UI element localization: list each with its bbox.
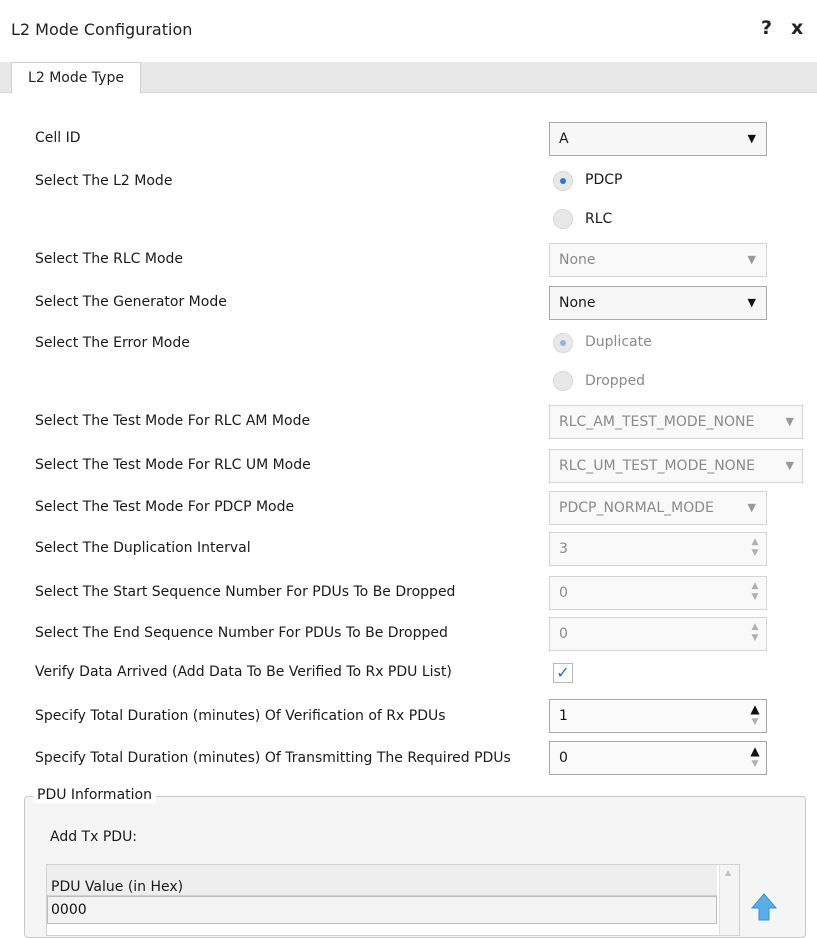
rlc-um-test-mode-dropdown[interactable]: RLC_UM_TEST_MODE_NONE ▼ (549, 449, 803, 483)
duplication-interval-spinner[interactable]: 3 ▲ ▼ (549, 532, 767, 566)
help-button[interactable]: ? (761, 17, 772, 39)
end-seq-spinner[interactable]: 0 ▲ ▼ (549, 617, 767, 651)
table-row[interactable]: 0000 (47, 896, 717, 924)
transmit-duration-value: 0 (559, 750, 568, 766)
rlc-am-test-mode-dropdown[interactable]: RLC_AM_TEST_MODE_NONE ▼ (549, 405, 803, 439)
generator-mode-dropdown[interactable]: None ▼ (549, 286, 767, 320)
pdcp-test-mode-value: PDCP_NORMAL_MODE (559, 500, 714, 516)
cell-id-value: A (559, 131, 569, 147)
radio-dropped[interactable] (553, 371, 573, 391)
rlc-um-test-mode-label: Select The Test Mode For RLC UM Mode (35, 457, 311, 473)
scroll-up-icon[interactable]: ▲ (725, 868, 731, 877)
error-mode-label: Select The Error Mode (35, 335, 190, 351)
window-title: L2 Mode Configuration (11, 20, 193, 39)
chevron-down-icon: ▼ (785, 459, 794, 472)
chevron-down-icon: ▼ (747, 501, 756, 514)
generator-mode-label: Select The Generator Mode (35, 294, 227, 310)
verify-data-checkbox[interactable]: ✓ (553, 663, 573, 683)
verification-duration-label: Specify Total Duration (minutes) Of Veri… (35, 708, 446, 724)
rlc-um-test-mode-value: RLC_UM_TEST_MODE_NONE (559, 458, 755, 474)
tab-bar: L2 Mode Type (0, 62, 817, 94)
end-seq-value: 0 (559, 626, 568, 642)
chevron-down-icon: ▼ (785, 415, 794, 428)
end-seq-label: Select The End Sequence Number For PDUs … (35, 625, 448, 641)
radio-rlc[interactable] (553, 209, 573, 229)
spin-arrows-icon[interactable]: ▲ ▼ (750, 537, 760, 559)
start-seq-label: Select The Start Sequence Number For PDU… (35, 584, 456, 600)
transmit-duration-spinner[interactable]: 0 ▲ ▼ (549, 741, 767, 775)
pdcp-test-mode-label: Select The Test Mode For PDCP Mode (35, 499, 295, 515)
cell-id-label: Cell ID (35, 130, 81, 146)
close-button[interactable]: x (791, 17, 803, 39)
verification-duration-spinner[interactable]: 1 ▲ ▼ (549, 699, 767, 733)
radio-duplicate-label: Duplicate (585, 334, 652, 350)
rlc-mode-value: None (559, 252, 596, 268)
table-header-pdu-value: PDU Value (in Hex) (47, 865, 717, 896)
radio-duplicate[interactable] (553, 333, 573, 353)
rlc-mode-label: Select The RLC Mode (35, 251, 184, 267)
verify-data-label: Verify Data Arrived (Add Data To Be Veri… (35, 664, 452, 680)
verification-duration-value: 1 (559, 708, 568, 724)
generator-mode-value: None (559, 295, 596, 311)
spin-arrows-icon[interactable]: ▲ ▼ (750, 622, 760, 644)
transmit-duration-label: Specify Total Duration (minutes) Of Tran… (35, 750, 511, 766)
tab-l2-mode-type[interactable]: L2 Mode Type (11, 62, 141, 94)
tx-pdu-table: PDU Value (in Hex) 0000 ▲ (46, 864, 740, 936)
l2-mode-label: Select The L2 Mode (35, 173, 173, 189)
duplication-interval-label: Select The Duplication Interval (35, 540, 251, 556)
pdu-information-legend: PDU Information (33, 787, 156, 803)
pdcp-test-mode-dropdown[interactable]: PDCP_NORMAL_MODE ▼ (549, 491, 767, 525)
radio-dropped-label: Dropped (585, 373, 646, 389)
table-scrollbar[interactable]: ▲ (719, 865, 739, 935)
start-seq-spinner[interactable]: 0 ▲ ▼ (549, 576, 767, 610)
title-bar: L2 Mode Configuration ? x (0, 0, 817, 63)
radio-pdcp[interactable] (553, 171, 573, 191)
chevron-down-icon: ▼ (747, 132, 756, 145)
radio-rlc-label: RLC (585, 211, 613, 227)
spin-arrows-icon[interactable]: ▲ ▼ (750, 581, 760, 603)
cell-id-dropdown[interactable]: A ▼ (549, 122, 767, 156)
add-tx-pdu-label: Add Tx PDU: (50, 829, 138, 845)
duplication-interval-value: 3 (559, 541, 568, 557)
chevron-down-icon: ▼ (747, 296, 756, 309)
radio-pdcp-label: PDCP (585, 172, 623, 188)
spin-arrows-icon[interactable]: ▲ ▼ (750, 703, 760, 728)
start-seq-value: 0 (559, 585, 568, 601)
chevron-down-icon: ▼ (747, 253, 756, 266)
rlc-am-test-mode-label: Select The Test Mode For RLC AM Mode (35, 413, 311, 429)
spin-arrows-icon[interactable]: ▲ ▼ (750, 745, 760, 770)
rlc-am-test-mode-value: RLC_AM_TEST_MODE_NONE (559, 414, 755, 430)
rlc-mode-dropdown[interactable]: None ▼ (549, 243, 767, 277)
move-up-arrow-icon[interactable] (748, 890, 780, 922)
